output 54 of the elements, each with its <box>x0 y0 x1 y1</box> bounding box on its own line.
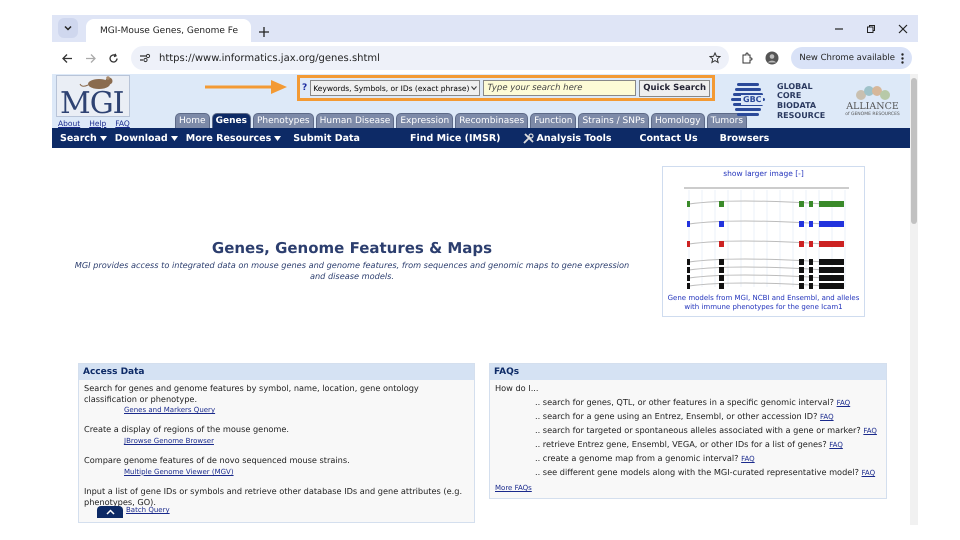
intro-text: How do I... <box>495 383 540 394</box>
caret-icon <box>274 136 282 140</box>
more-icon <box>901 52 904 64</box>
faq-question: .. retrieve Entrez gene, Ensembl, VEGA, or other IDs for a list of genes? <box>535 438 827 449</box>
description-text: Compare genome features of de novo sequenced mouse strains. <box>84 455 351 466</box>
caret-icon <box>100 136 107 140</box>
faq-question: .. search for targeted or spontaneous alleles associated with a gene or marker? <box>535 424 861 435</box>
update-button[interactable]: New Chrome available <box>791 47 912 69</box>
panel-title: FAQs <box>490 364 886 380</box>
menu-item[interactable]: Contact Us <box>640 132 698 144</box>
extensions-icon[interactable] <box>741 52 754 64</box>
restore-icon[interactable] <box>866 24 876 34</box>
tools-icon <box>522 132 534 144</box>
menu-item[interactable]: Download <box>114 132 178 144</box>
menu-item[interactable]: Find Mice (IMSR) <box>410 132 500 144</box>
tab-list-button[interactable] <box>58 18 78 38</box>
quick-search-button[interactable]: Quick Search <box>639 80 710 96</box>
description-text: Search for genes and genome features by symbol, name, location, gene ontology classification or phenotype. <box>84 383 420 404</box>
menu-item[interactable]: More Resources <box>186 132 282 144</box>
address-bar[interactable]: https://www.informatics.jax.org/genes.shtml <box>131 46 730 70</box>
menu-item[interactable]: Search <box>60 132 107 144</box>
menu-item[interactable]: Submit Data <box>293 132 360 144</box>
menu-item[interactable]: Analysis Tools <box>522 132 612 144</box>
nav-tab[interactable]: Genes <box>212 113 251 128</box>
browser-tab[interactable]: MGI-Mouse Genes, Genome Fe <box>86 19 251 42</box>
new-tab-icon[interactable] <box>259 27 269 37</box>
close-icon[interactable] <box>898 24 908 34</box>
url-text: https://www.informatics.jax.org/genes.shtml <box>159 52 381 64</box>
page-description: MGI provides access to integrated data on mouse genes and genome features, from sequences and genomic maps to gene expression and disease models. <box>74 260 630 282</box>
page-title: Genes, Genome Features & Maps <box>212 239 492 258</box>
faq-question: .. see different gene models along with the MGI-curated representative model? <box>535 467 859 478</box>
faq-question: .. create a genome map from a genomic interval? <box>535 453 738 464</box>
profile-avatar-icon[interactable] <box>765 51 780 65</box>
help-icon[interactable]: ? <box>302 83 308 93</box>
faq-question: .. search for genes, QTL, or other features in a specific genomic interval? <box>535 396 834 407</box>
scrollbar[interactable] <box>910 74 918 525</box>
description-text: Create a display of regions of the mouse genome. <box>84 424 290 436</box>
back-icon[interactable] <box>62 52 73 64</box>
panel-title: Access Data <box>79 364 474 380</box>
description-text: Input a list of gene IDs or symbols and retrieve other database IDs and gene attributes (e.g. phenotypes, GO). <box>84 486 464 507</box>
tab-title: MGI-Mouse Genes, Genome Fe <box>100 26 238 36</box>
reload-icon[interactable] <box>108 52 119 64</box>
faq-question: .. search for a gene using an Entrez, Ensembl, or other accession ID? <box>535 410 818 421</box>
scroll-to-top-button[interactable] <box>97 506 123 518</box>
gbc-title: GLOBAL CORE BIODATA RESOURCE <box>777 82 826 120</box>
mgi-logo[interactable]: MGI <box>56 75 130 117</box>
chevron-up-icon <box>106 509 114 516</box>
star-icon[interactable] <box>709 52 722 64</box>
site-settings-icon[interactable] <box>139 53 151 63</box>
menu-item[interactable]: Browsers <box>720 132 770 144</box>
search-field[interactable]: Type your search here <box>483 80 636 96</box>
chevron-down-icon <box>471 85 478 91</box>
chevron-down-icon <box>64 24 72 32</box>
caret-icon <box>170 136 178 140</box>
